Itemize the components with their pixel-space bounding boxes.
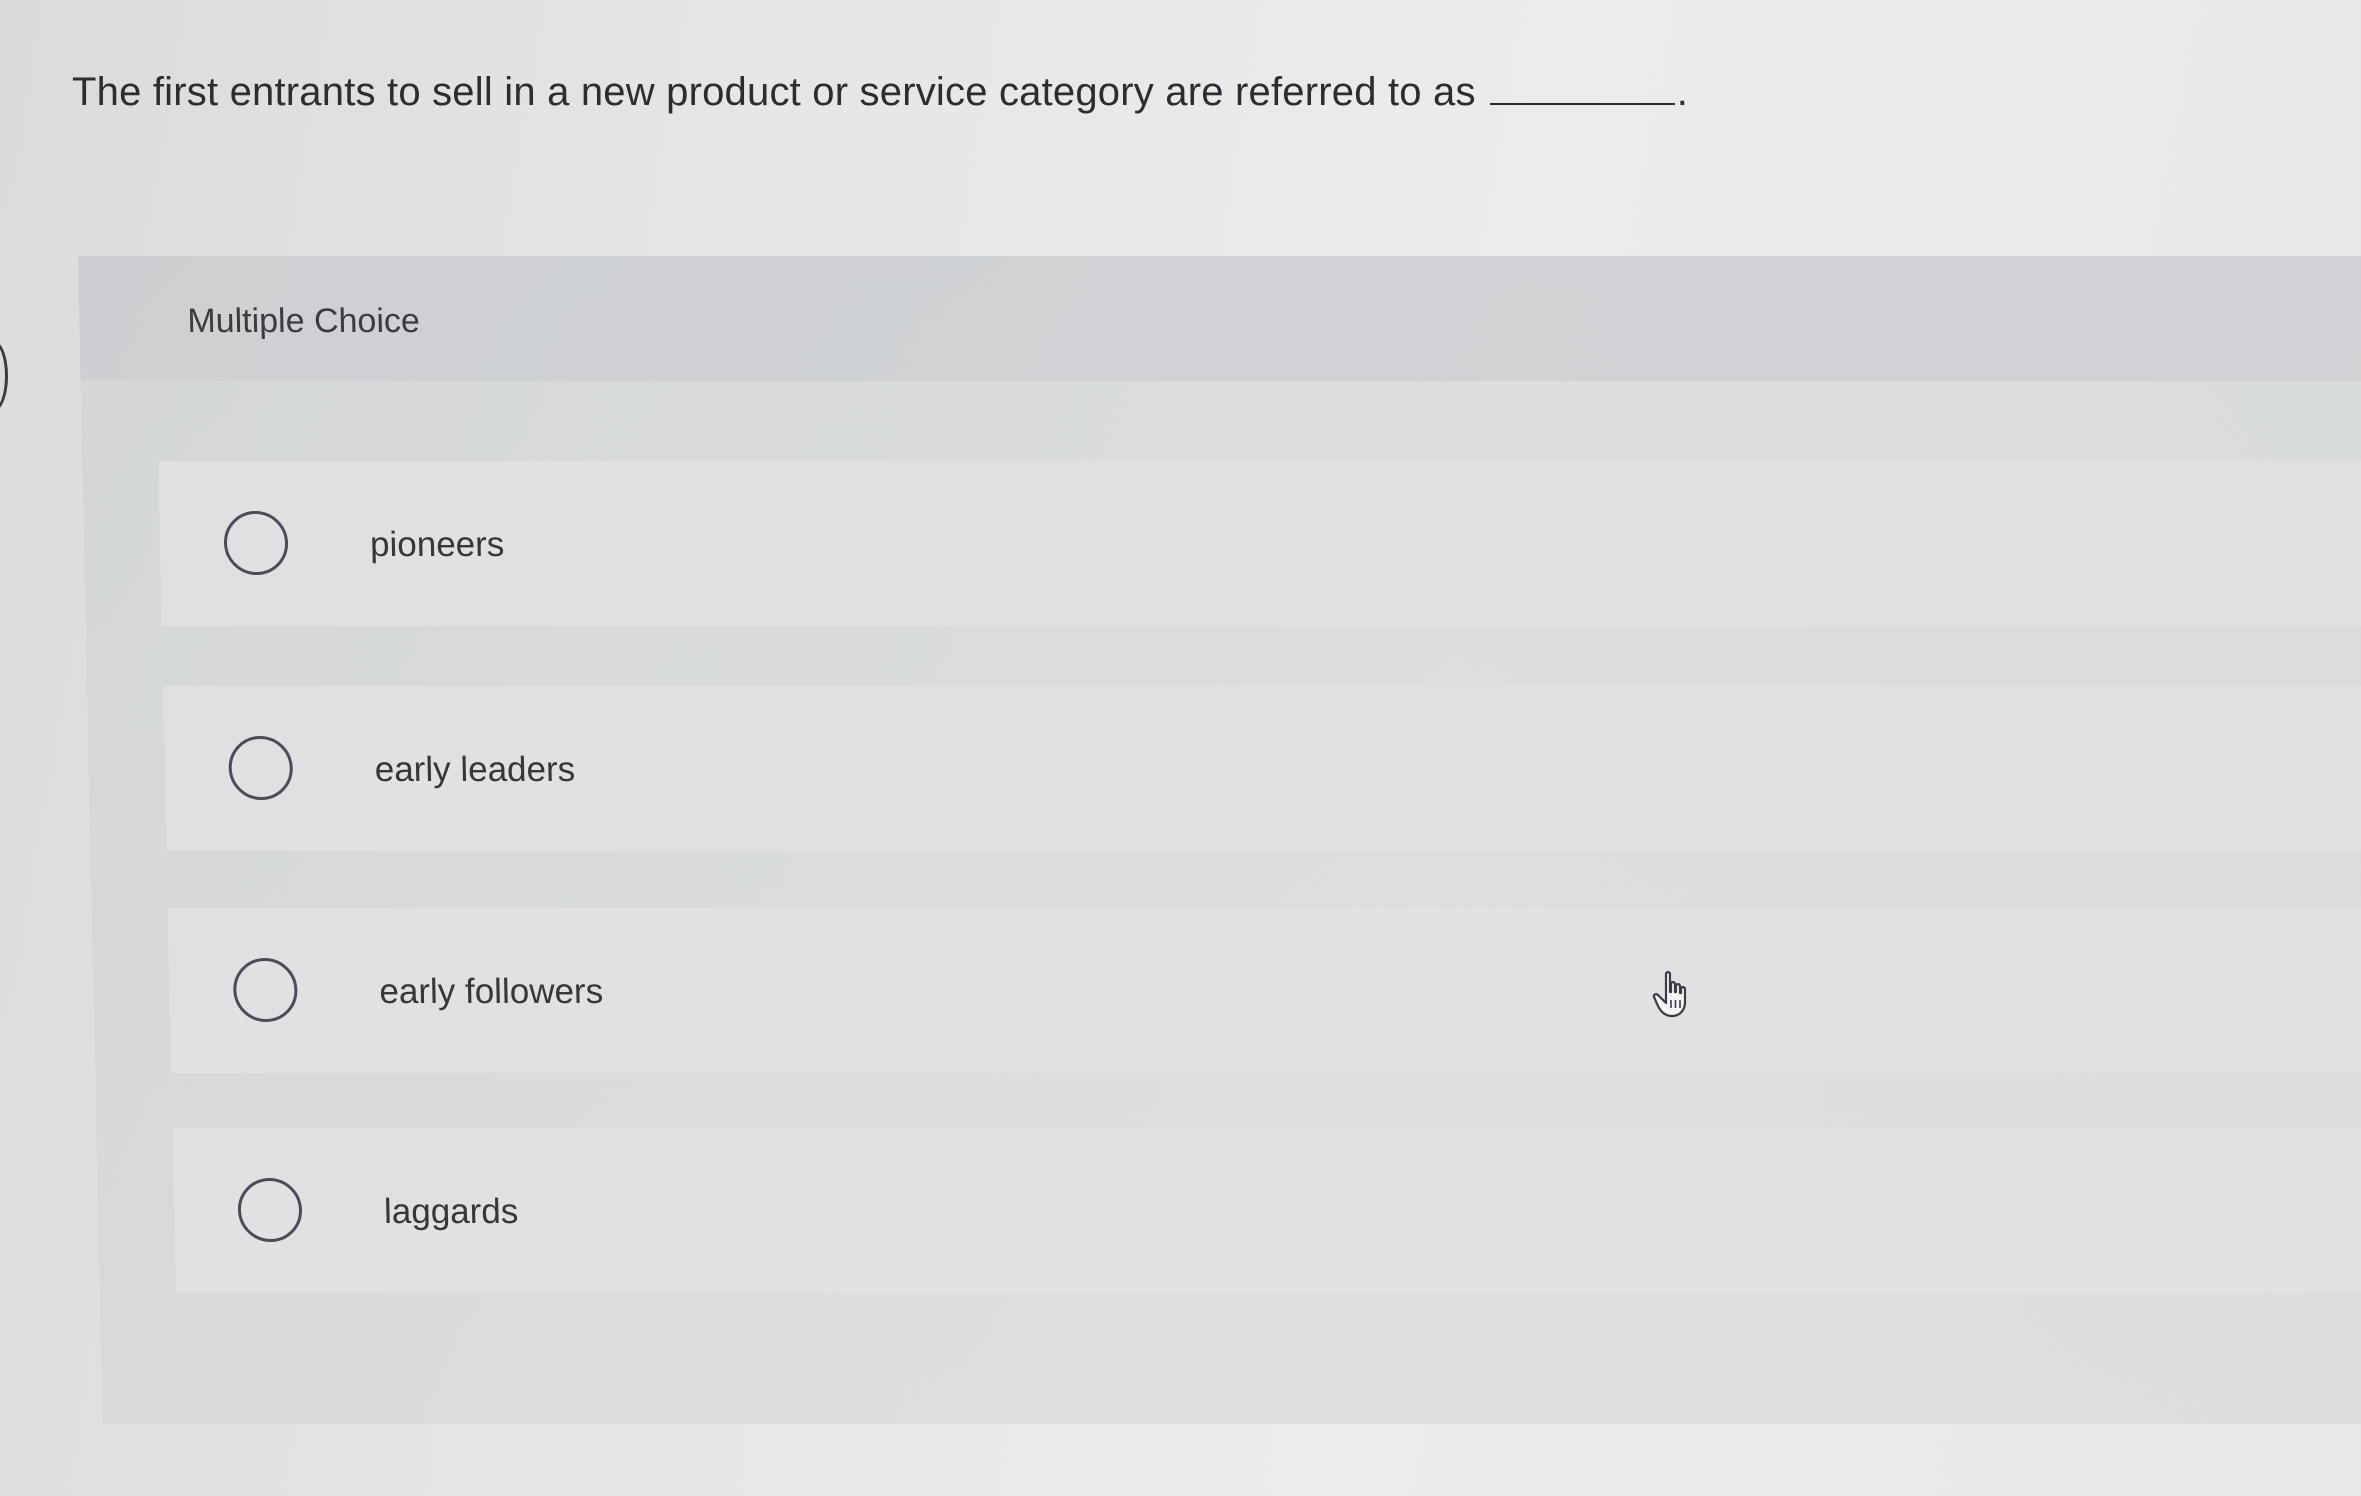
hand-pointer-icon (1652, 971, 1687, 1018)
answer-option-laggards[interactable]: laggards (172, 1128, 2361, 1293)
multiple-choice-panel: Multiple Choice pioneers early leaders e… (78, 256, 2361, 1424)
answer-option-early-leaders[interactable]: early leaders (163, 686, 2361, 851)
answer-option-pioneers[interactable]: pioneers (158, 461, 2361, 626)
option-label: pioneers (369, 525, 505, 564)
radio-button-icon[interactable] (223, 511, 289, 575)
option-label: early leaders (374, 750, 576, 789)
radio-button-icon[interactable] (232, 958, 299, 1022)
option-label: early followers (378, 972, 604, 1011)
question-period: . (1676, 70, 1689, 114)
left-edge-arc (0, 340, 8, 412)
question-text: The first entrants to sell in a new prod… (72, 70, 1476, 114)
answer-option-early-followers[interactable]: early followers (167, 908, 2361, 1073)
answer-blank (1489, 73, 1675, 105)
panel-header: Multiple Choice (78, 256, 2361, 381)
question-prompt: The first entrants to sell in a new prod… (72, 70, 1688, 115)
option-label: laggards (383, 1192, 519, 1231)
radio-button-icon[interactable] (228, 736, 294, 800)
radio-button-icon[interactable] (237, 1178, 303, 1242)
question-type-label: Multiple Choice (186, 302, 421, 340)
